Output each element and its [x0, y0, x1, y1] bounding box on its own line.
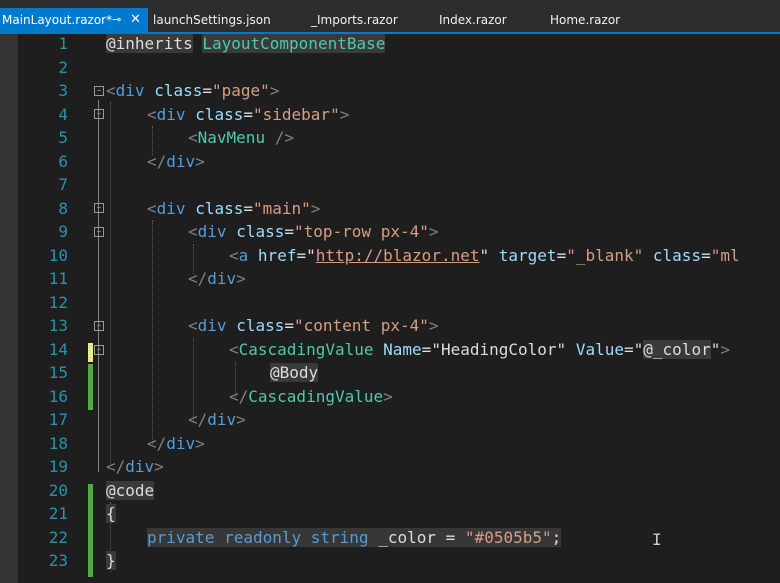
line-number: 7	[58, 175, 68, 194]
line-number: 8	[58, 198, 68, 218]
line-number: 15	[48, 363, 68, 382]
tab-launchsettings-json[interactable]: launchSettings.json	[153, 8, 271, 32]
code-line-21: {	[106, 504, 116, 523]
line-number: 16	[48, 386, 68, 406]
indent-guide	[110, 102, 111, 466]
tab-home-razor[interactable]: Home.razor	[550, 8, 620, 32]
code-line-1: @inherits LayoutComponentBase	[106, 32, 386, 56]
collapse-toggle-icon[interactable]: −	[94, 203, 104, 213]
text-cursor-icon: I	[652, 530, 662, 549]
code-line-22: private readonly string _color = "#0505b…	[147, 527, 562, 547]
collapse-toggle-icon[interactable]: −	[94, 321, 104, 331]
line-number: 5	[58, 128, 68, 147]
code-line-6: </div>	[147, 151, 205, 171]
code-line-9: <div class="top-row px-4">	[188, 222, 439, 241]
line-number: 13	[48, 316, 68, 335]
line-number: 11	[48, 269, 68, 288]
code-line-18: </div>	[147, 433, 205, 453]
code-line-5: <NavMenu />	[188, 128, 294, 147]
line-number: 19	[48, 457, 68, 476]
line-number: 10	[48, 245, 68, 265]
code-line-17: </div>	[188, 410, 246, 429]
line-number: 2	[58, 57, 68, 77]
collapse-toggle-icon[interactable]: −	[94, 86, 104, 96]
code-line-3: <div class="page">	[106, 81, 280, 100]
indent-guide	[152, 220, 153, 444]
line-number: 3	[58, 81, 68, 100]
outline-line	[98, 100, 99, 472]
code-line-13: <div class="content px-4">	[188, 316, 439, 335]
line-number: 18	[48, 433, 68, 453]
pin-icon[interactable]: ⊸	[112, 8, 121, 32]
line-number: 14	[48, 339, 68, 359]
code-line-16: </CascadingValue>	[229, 386, 393, 406]
razor-directive: @inherits	[106, 34, 193, 53]
code-editor[interactable]: 1 2 3 4 5 6 7 8 9 10 11 12 13 14 15 16 1…	[0, 34, 780, 583]
code-line-23: }	[106, 551, 116, 570]
saved-change-marker	[88, 364, 93, 410]
tab-label: MainLayout.razor*	[2, 13, 113, 27]
code-line-4: <div class="sidebar">	[147, 104, 350, 124]
editor-margin	[0, 34, 18, 583]
line-number: 4	[58, 104, 68, 124]
code-line-19: </div>	[106, 457, 164, 476]
close-icon[interactable]: ✕	[130, 8, 141, 32]
tab-imports-razor[interactable]: _Imports.razor	[311, 8, 398, 32]
collapse-toggle-icon[interactable]: −	[94, 345, 104, 355]
line-number: 6	[58, 151, 68, 171]
line-number: 9	[58, 222, 68, 241]
type-name: LayoutComponentBase	[202, 34, 386, 53]
tab-mainlayout-razor[interactable]: MainLayout.razor* ⊸ ✕	[0, 8, 148, 32]
code-line-11: </div>	[188, 269, 246, 288]
unsaved-change-marker	[88, 343, 93, 362]
code-line-14: <CascadingValue Name="HeadingColor" Valu…	[229, 339, 730, 359]
blazor-link[interactable]: http://blazor.net	[316, 246, 480, 265]
code-line-10: <a href="http://blazor.net" target="_bla…	[229, 245, 740, 265]
tab-index-razor[interactable]: Index.razor	[439, 8, 507, 32]
code-line-20: @code	[106, 480, 155, 500]
code-line-15: @Body	[270, 363, 319, 382]
line-number: 20	[48, 480, 68, 500]
line-number: 21	[48, 504, 68, 523]
line-number: 1	[58, 34, 68, 53]
collapse-toggle-icon[interactable]: −	[94, 227, 104, 237]
line-number: 17	[48, 410, 68, 429]
code-line-8: <div class="main">	[147, 198, 321, 218]
collapse-toggle-icon[interactable]: −	[94, 109, 104, 119]
line-number: 23	[48, 551, 68, 570]
line-number: 22	[48, 527, 68, 547]
saved-change-marker	[88, 484, 93, 577]
document-tab-bar: MainLayout.razor* ⊸ ✕ launchSettings.jso…	[0, 0, 780, 32]
line-number: 12	[48, 292, 68, 312]
